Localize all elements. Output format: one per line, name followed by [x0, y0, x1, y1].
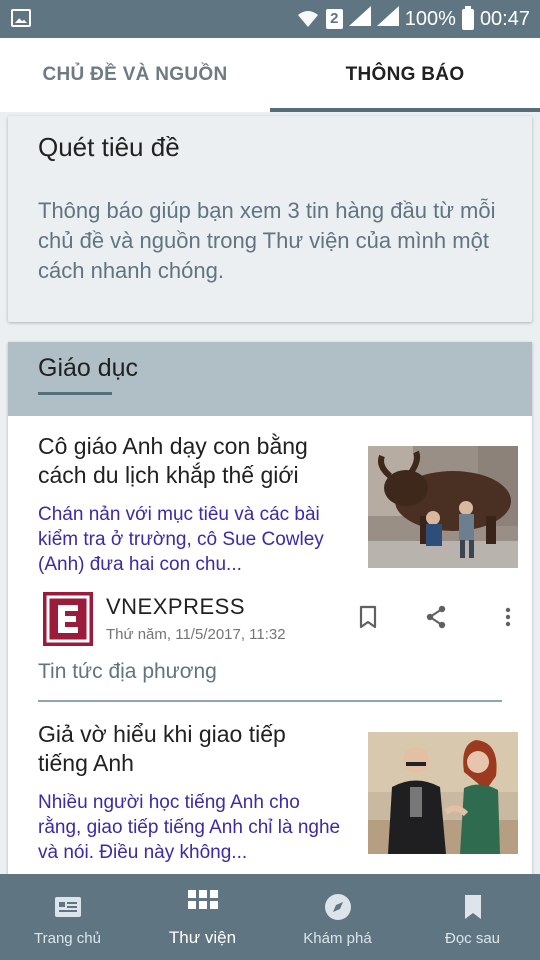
nav-home[interactable]: Trang chủ [0, 874, 135, 960]
article-divider [38, 700, 502, 702]
article-timestamp: Thứ năm, 11/5/2017, 11:32 [106, 626, 286, 643]
vnexpress-logo[interactable] [43, 592, 93, 646]
tab-indicator [270, 108, 540, 112]
section-underline [38, 392, 112, 395]
compass-icon [323, 892, 353, 922]
section-header[interactable]: Giáo dục [8, 342, 532, 416]
intro-description: Thông báo giúp bạn xem 3 tin hàng đầu từ… [38, 198, 496, 283]
nav-label: Đọc sau [444, 930, 501, 947]
intro-title: Quét tiêu đề [38, 132, 180, 162]
nav-read-later[interactable]: Đọc sau [405, 874, 540, 960]
tab-notifications[interactable]: THÔNG BÁO [270, 38, 540, 112]
home-card-icon [53, 892, 83, 922]
signal-icon-2 [376, 6, 399, 32]
section-title: Giáo dục [38, 354, 139, 382]
section-card: Giáo dục Cô giáo Anh dạy con bằng cách d… [8, 342, 532, 882]
wifi-icon [296, 9, 320, 29]
intro-card: Quét tiêu đề Thông báo giúp bạn xem 3 ti… [8, 116, 532, 322]
battery-icon [461, 5, 474, 30]
bookmark-icon [458, 892, 488, 922]
nav-label: Trang chủ [34, 930, 101, 947]
share-icon[interactable] [424, 604, 448, 630]
article-category[interactable]: Tin tức địa phương [38, 660, 217, 684]
nav-label: Khám phá [303, 930, 372, 947]
nav-library[interactable]: Thư viện [135, 874, 270, 960]
couple-talking-photo[interactable] [368, 732, 518, 854]
more-options-icon[interactable] [496, 604, 520, 630]
article-snippet: Chán nản với mục tiêu và các bài kiểm tr… [38, 504, 324, 575]
source-row: VNEXPRESS Thứ năm, 11/5/2017, 11:32 [38, 590, 518, 650]
grid-icon [186, 886, 220, 920]
article-headline[interactable]: Giả vờ hiểu khi giao tiếp tiếng Anh [38, 720, 338, 778]
bottom-navigation: Trang chủ Thư viện Khám phá Đọc sau [0, 874, 540, 960]
article-headline[interactable]: Cô giáo Anh dạy con bằng cách du lịch kh… [38, 432, 338, 490]
nav-label: Thư viện [168, 928, 237, 947]
sim-slot-badge: 2 [325, 9, 343, 29]
source-name[interactable]: VNEXPRESS [106, 594, 245, 620]
gallery-icon [11, 9, 31, 27]
clock: 00:47 [479, 7, 530, 30]
status-bar: 2 100% 00:47 [0, 0, 540, 38]
article-snippet: Nhiều người học tiếng Anh cho rằng, giao… [38, 792, 341, 863]
bookmark-icon[interactable] [356, 604, 380, 630]
nav-explore[interactable]: Khám phá [270, 874, 405, 960]
tab-topics-and-sources[interactable]: CHỦ ĐỀ VÀ NGUỒN [0, 38, 270, 112]
tab-bar: CHỦ ĐỀ VÀ NGUỒN THÔNG BÁO [0, 38, 540, 112]
bull-statue-photo[interactable] [368, 446, 518, 568]
battery-percent: 100% [404, 7, 456, 30]
signal-icon [348, 6, 371, 32]
